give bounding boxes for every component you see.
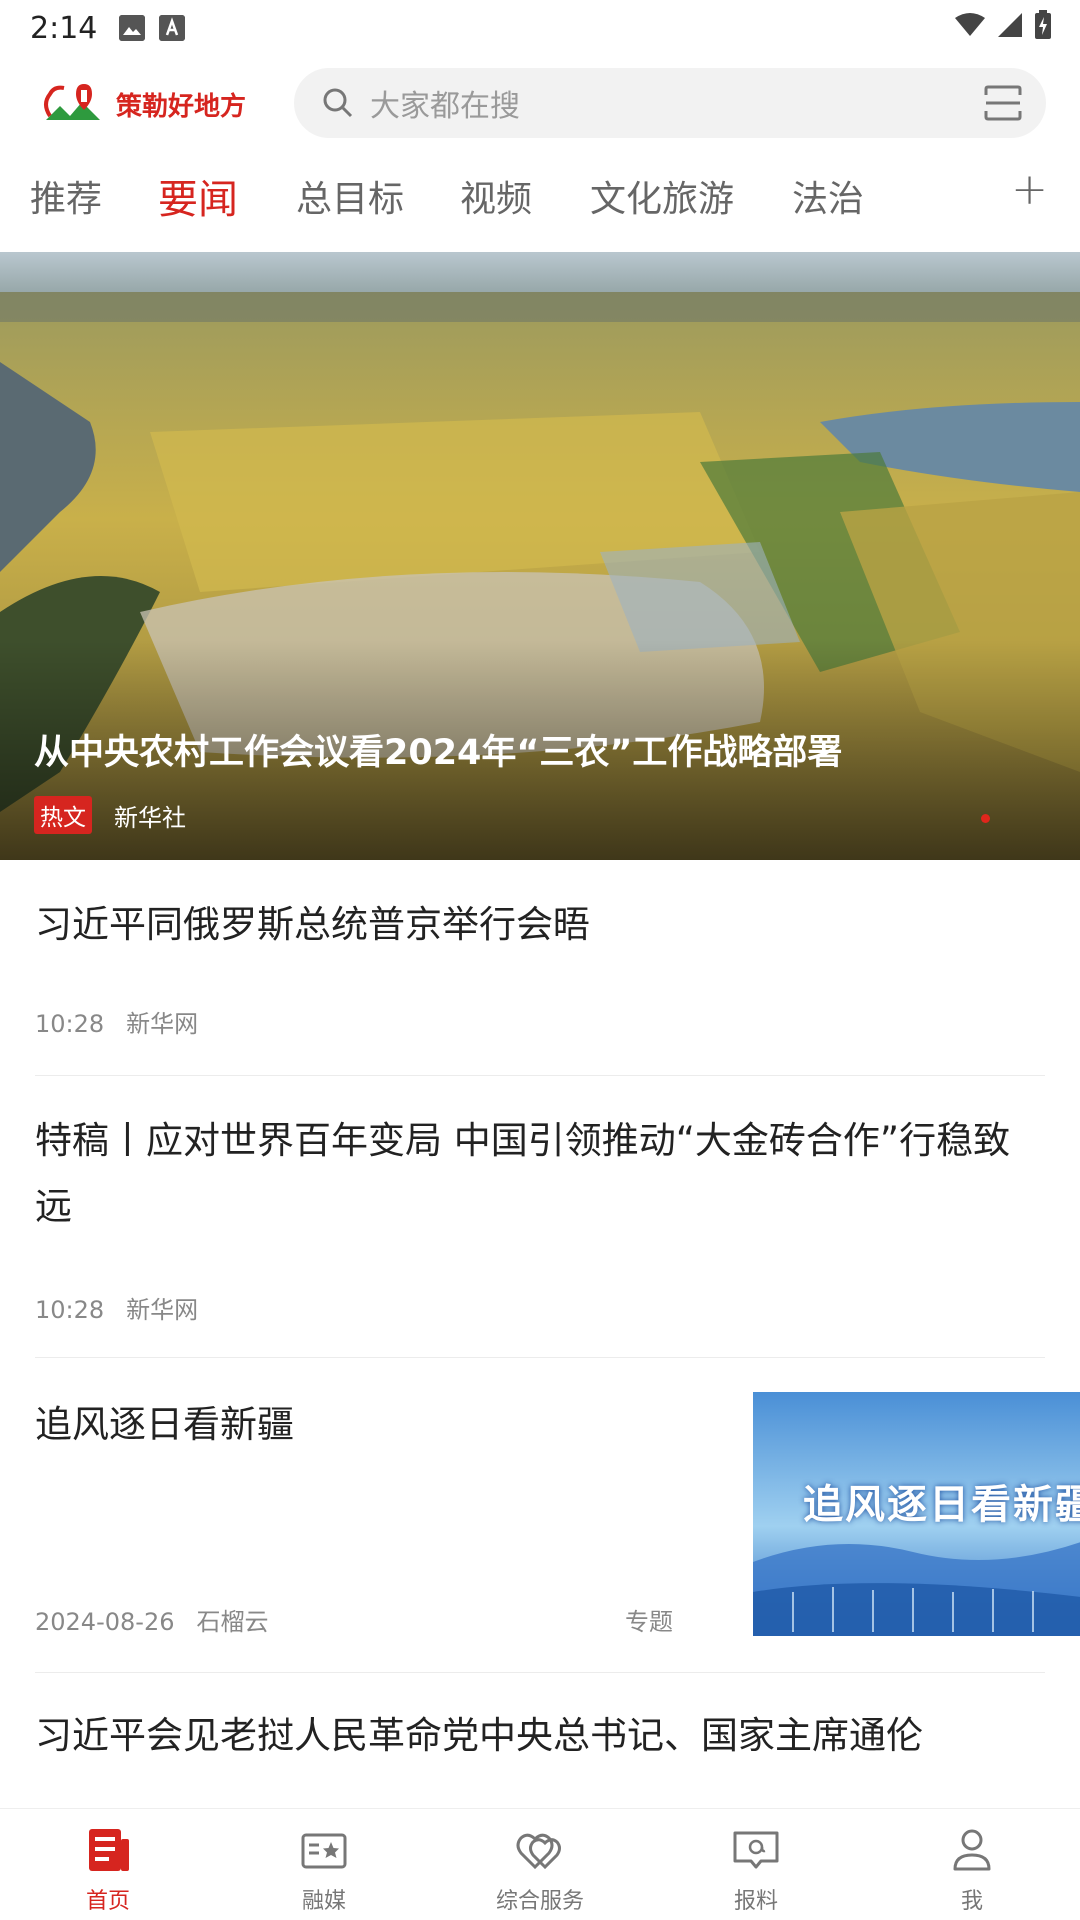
banner-source: 新华社 bbox=[114, 803, 186, 832]
wifi-icon bbox=[955, 13, 985, 36]
banner-pager bbox=[981, 814, 990, 823]
news-time: 2024-08-26 bbox=[35, 1608, 175, 1636]
nav-media[interactable]: 融媒 bbox=[216, 1809, 432, 1920]
news-time: 10:28 bbox=[35, 1296, 105, 1324]
search-icon bbox=[323, 88, 353, 118]
tab-culture-tourism[interactable]: 文化旅游 bbox=[590, 170, 734, 222]
news-icon bbox=[89, 1829, 129, 1871]
news-time: 10:28 bbox=[35, 1010, 105, 1038]
divider bbox=[35, 1672, 1045, 1673]
nav-report[interactable]: 报料 bbox=[648, 1809, 864, 1920]
tab-recommend[interactable]: 推荐 bbox=[30, 170, 102, 222]
app-logo[interactable]: 策勒好地方 bbox=[38, 74, 258, 134]
search-bar[interactable]: 大家都在搜 bbox=[294, 68, 1046, 138]
news-meta: 10:28 新华网 bbox=[35, 1290, 198, 1325]
divider bbox=[35, 1357, 1045, 1358]
nav-label: 我 bbox=[960, 1889, 983, 1914]
bottom-navigation: 首页 融媒 综合服务 报料 我 bbox=[0, 1808, 1080, 1920]
news-title: 追风逐日看新疆 bbox=[35, 1403, 294, 1446]
nav-services[interactable]: 综合服务 bbox=[432, 1809, 648, 1920]
gallery-icon bbox=[119, 15, 146, 41]
scan-icon[interactable] bbox=[984, 85, 1022, 121]
nav-label: 报料 bbox=[733, 1889, 778, 1914]
news-source: 新华网 bbox=[126, 1010, 199, 1038]
category-tabs: 推荐 要闻 总目标 视频 文化旅游 法治 + bbox=[0, 164, 1080, 240]
status-time: 2:14 bbox=[30, 10, 98, 46]
signal-icon bbox=[998, 13, 1022, 37]
pager-dot-active bbox=[981, 814, 990, 823]
logo-text: 策勒好地方 bbox=[116, 91, 247, 122]
nav-me[interactable]: 我 bbox=[864, 1809, 1080, 1920]
nav-home[interactable]: 首页 bbox=[0, 1809, 216, 1920]
tab-general-goal[interactable]: 总目标 bbox=[296, 170, 404, 222]
nav-label: 综合服务 bbox=[495, 1889, 584, 1914]
status-bar: 2:14 bbox=[0, 0, 1080, 56]
logo-mountain-icon bbox=[44, 84, 100, 120]
add-tab-button[interactable]: + bbox=[1011, 164, 1048, 215]
tab-video[interactable]: 视频 bbox=[460, 170, 532, 222]
news-item[interactable]: 习近平同俄罗斯总统普京举行会晤 10:28 新华网 bbox=[35, 892, 1045, 1042]
user-icon bbox=[953, 1829, 991, 1871]
news-meta: 2024-08-26 石榴云 bbox=[35, 1602, 268, 1637]
nav-label: 融媒 bbox=[301, 1889, 346, 1914]
featured-banner[interactable]: 从中央农村工作会议看2024年“三农”工作战略部署 热文 新华社 bbox=[0, 252, 1080, 860]
battery-icon bbox=[1035, 10, 1051, 39]
media-card-icon bbox=[301, 1833, 347, 1869]
news-title: 习近平会见老挝人民革命党中央总书记、国家主席通伦 bbox=[35, 1714, 923, 1757]
tab-headlines[interactable]: 要闻 bbox=[158, 167, 238, 225]
topic-tag: 专题 bbox=[625, 1608, 673, 1636]
hearts-icon bbox=[516, 1833, 561, 1870]
report-chat-icon bbox=[733, 1831, 779, 1869]
news-source: 新华网 bbox=[126, 1296, 199, 1324]
news-item-with-thumbnail[interactable]: 追风逐日看新疆 2024-08-26 石榴云 专题 追风逐日看新疆 bbox=[35, 1392, 1080, 1637]
banner-title: 从中央农村工作会议看2024年“三农”工作战略部署 bbox=[34, 733, 843, 773]
thumbnail-title: 追风逐日看新疆 bbox=[803, 1482, 1080, 1528]
text-a-icon bbox=[159, 15, 186, 41]
divider bbox=[35, 1075, 1045, 1076]
nav-label: 首页 bbox=[85, 1889, 130, 1914]
news-thumbnail: 追风逐日看新疆 bbox=[753, 1392, 1080, 1636]
news-title: 习近平同俄罗斯总统普京举行会晤 bbox=[35, 903, 590, 946]
news-item[interactable]: 习近平会见老挝人民革命党中央总书记、国家主席通伦 bbox=[35, 1703, 1045, 1783]
app-header: 策勒好地方 大家都在搜 bbox=[0, 66, 1080, 140]
news-meta: 10:28 新华网 bbox=[35, 1004, 198, 1039]
tab-law[interactable]: 法治 bbox=[792, 170, 864, 222]
hot-tag-badge: 热文 bbox=[34, 796, 92, 834]
news-source: 石榴云 bbox=[196, 1608, 269, 1636]
banner-meta: 热文 新华社 bbox=[34, 796, 186, 834]
news-item[interactable]: 特稿丨应对世界百年变局 中国引领推动“大金砖合作”行稳致远 10:28 新华网 bbox=[35, 1108, 1045, 1328]
news-title: 特稿丨应对世界百年变局 中国引领推动“大金砖合作”行稳致远 bbox=[35, 1119, 1011, 1228]
search-placeholder: 大家都在搜 bbox=[370, 89, 520, 124]
